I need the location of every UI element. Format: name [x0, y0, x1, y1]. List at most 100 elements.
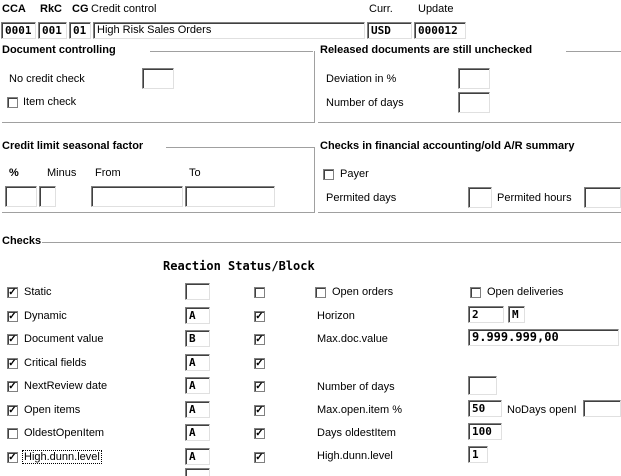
- section-divider: [42, 242, 621, 244]
- currency-label: Curr.: [369, 3, 393, 15]
- check-row-label: Critical fields: [24, 357, 87, 369]
- days-oldest-item-field[interactable]: 100: [468, 423, 502, 440]
- released-days-label: Number of days: [326, 97, 404, 109]
- check-row-checkbox[interactable]: ✓: [7, 405, 18, 416]
- cg-label: CG: [72, 3, 89, 15]
- reaction-field[interactable]: A: [185, 448, 210, 465]
- update-field[interactable]: 000012: [414, 22, 466, 39]
- seasonal-factor-title: Credit limit seasonal factor: [2, 140, 144, 152]
- percent-field[interactable]: [5, 186, 37, 207]
- status-block-checkbox[interactable]: ✓: [254, 428, 265, 439]
- section-divider: [314, 147, 316, 213]
- permitted-days-field[interactable]: [468, 187, 492, 208]
- check-row-checkbox[interactable]: ✓: [7, 287, 18, 298]
- check-row-checkbox[interactable]: [7, 428, 18, 439]
- document-controlling-title: Document controlling: [2, 44, 116, 56]
- status-block-checkbox[interactable]: ✓: [254, 405, 265, 416]
- cg-field[interactable]: 01: [69, 22, 91, 39]
- check-row-checkbox[interactable]: ✓: [7, 381, 18, 392]
- max-doc-value-field[interactable]: 9.999.999,00: [468, 329, 619, 346]
- permitted-hours-field[interactable]: [584, 187, 621, 208]
- reaction-field[interactable]: A: [185, 401, 210, 418]
- review-days-field[interactable]: [468, 376, 497, 395]
- high-dunn-level-value-label: High.dunn.level: [317, 450, 393, 462]
- days-oldest-item-label: Days oldestItem: [317, 427, 396, 439]
- section-divider: [2, 122, 314, 124]
- reaction-field[interactable]: A: [185, 377, 210, 394]
- permitted-days-label: Permited days: [326, 192, 397, 204]
- to-label: To: [189, 167, 201, 179]
- check-row-label: NextReview date: [24, 380, 108, 392]
- item-check-checkbox[interactable]: [7, 97, 18, 108]
- horizon-field[interactable]: 2: [468, 306, 504, 323]
- reaction-field[interactable]: A: [185, 424, 210, 441]
- check-row-checkbox[interactable]: ✓: [7, 358, 18, 369]
- horizon-label: Horizon: [317, 310, 355, 322]
- reaction-field[interactable]: [185, 468, 210, 476]
- rkc-label: RkC: [40, 3, 63, 15]
- percent-label: %: [9, 167, 19, 179]
- section-divider: [314, 51, 316, 123]
- check-row-checkbox[interactable]: ✓: [7, 452, 18, 463]
- no-credit-check-label: No credit check: [9, 73, 85, 85]
- reaction-field[interactable]: [185, 283, 210, 300]
- section-divider: [150, 51, 313, 53]
- check-row-label: Open items: [24, 404, 81, 416]
- payer-label: Payer: [340, 168, 369, 180]
- released-days-field[interactable]: [458, 92, 490, 113]
- open-deliveries-label: Open deliveries: [487, 286, 564, 298]
- checks-title: Checks: [2, 235, 42, 247]
- status-block-checkbox[interactable]: ✓: [254, 452, 265, 463]
- no-days-open-label: NoDays openI: [507, 404, 577, 416]
- deviation-field[interactable]: [458, 68, 490, 89]
- item-check-label: Item check: [23, 96, 77, 108]
- section-divider: [318, 122, 621, 124]
- horizon-unit-field[interactable]: M: [508, 306, 525, 323]
- status-block-checkbox[interactable]: ✓: [254, 358, 265, 369]
- cca-field[interactable]: 0001: [1, 22, 36, 39]
- cca-label: CCA: [2, 3, 26, 15]
- reaction-field[interactable]: A: [185, 307, 210, 324]
- reaction-field[interactable]: B: [185, 330, 210, 347]
- released-documents-title: Released documents are still unchecked: [320, 44, 533, 56]
- open-deliveries-checkbox[interactable]: [470, 287, 481, 298]
- open-orders-label: Open orders: [332, 286, 394, 298]
- permitted-hours-label: Permited hours: [497, 192, 572, 204]
- open-orders-checkbox[interactable]: [315, 287, 326, 298]
- status-block-checkbox[interactable]: ✓: [254, 311, 265, 322]
- check-row-label: Document value: [24, 333, 104, 345]
- credit-control-field[interactable]: High Risk Sales Orders: [93, 22, 365, 39]
- no-days-open-field[interactable]: [583, 400, 621, 417]
- section-divider: [2, 212, 314, 214]
- deviation-label: Deviation in %: [326, 73, 397, 85]
- max-open-item-field[interactable]: 50: [468, 400, 502, 417]
- rkc-field[interactable]: 001: [38, 22, 67, 39]
- review-days-label: Number of days: [317, 381, 395, 393]
- status-block-checkbox[interactable]: ✓: [254, 334, 265, 345]
- max-open-item-label: Max.open.item %: [317, 404, 402, 416]
- update-label: Update: [418, 3, 454, 15]
- from-field[interactable]: [91, 186, 183, 207]
- credit-control-label: Credit control: [91, 3, 157, 15]
- check-row-label: OldestOpenItem: [24, 427, 105, 439]
- payer-checkbox[interactable]: [323, 169, 334, 180]
- checks-column-header: Reaction Status/Block: [163, 259, 315, 273]
- status-block-checkbox[interactable]: ✓: [254, 381, 265, 392]
- no-credit-check-field[interactable]: [142, 68, 174, 89]
- status-block-checkbox[interactable]: [254, 287, 265, 298]
- to-field[interactable]: [185, 186, 275, 207]
- section-divider: [166, 147, 314, 149]
- check-row-label: High.dunn.level: [22, 450, 102, 464]
- check-row-checkbox[interactable]: ✓: [7, 334, 18, 345]
- minus-field[interactable]: [39, 186, 56, 207]
- check-row-label: Static: [24, 286, 52, 298]
- check-row-checkbox[interactable]: ✓: [7, 311, 18, 322]
- high-dunn-level-field[interactable]: 1: [468, 446, 488, 463]
- financial-checks-title: Checks in financial accounting/old A/R s…: [320, 140, 575, 152]
- check-row-label: Dynamic: [24, 310, 67, 322]
- reaction-field[interactable]: A: [185, 354, 210, 371]
- section-divider: [318, 212, 621, 214]
- from-label: From: [95, 167, 121, 179]
- max-doc-value-label: Max.doc.value: [317, 333, 388, 345]
- currency-field[interactable]: USD: [367, 22, 412, 39]
